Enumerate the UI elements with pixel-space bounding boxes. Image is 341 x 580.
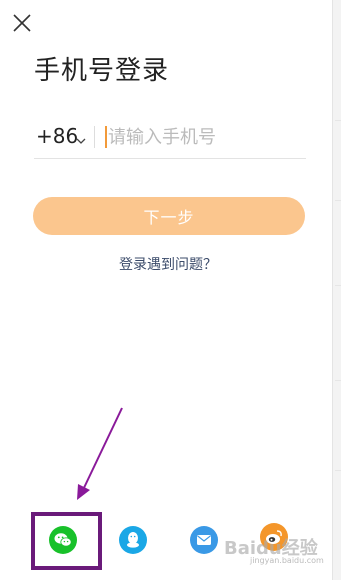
country-code-selector[interactable]: +86 (36, 124, 78, 148)
login-page: 手机号登录 +86 下一步 登录遇到问题？ (0, 0, 341, 580)
qq-icon (127, 532, 139, 548)
wechat-icon (54, 533, 72, 547)
mail-icon (197, 535, 211, 545)
phone-number-input[interactable] (108, 122, 298, 152)
qq-login-button[interactable] (119, 526, 147, 554)
divider (94, 126, 95, 148)
annotation-arrow (77, 407, 123, 500)
wechat-login-button[interactable] (49, 526, 77, 554)
page-title: 手机号登录 (34, 56, 170, 86)
background-window-edge (332, 0, 341, 580)
close-icon[interactable] (11, 12, 33, 34)
next-step-button[interactable]: 下一步 (33, 197, 305, 235)
login-trouble-link[interactable]: 登录遇到问题？ (0, 254, 336, 274)
phone-input-row: +86 (34, 120, 306, 159)
watermark-url: jingyan.baidu.com (250, 556, 324, 565)
chevron-down-icon[interactable] (76, 130, 86, 144)
text-caret (105, 126, 107, 148)
email-login-button[interactable] (190, 526, 218, 554)
